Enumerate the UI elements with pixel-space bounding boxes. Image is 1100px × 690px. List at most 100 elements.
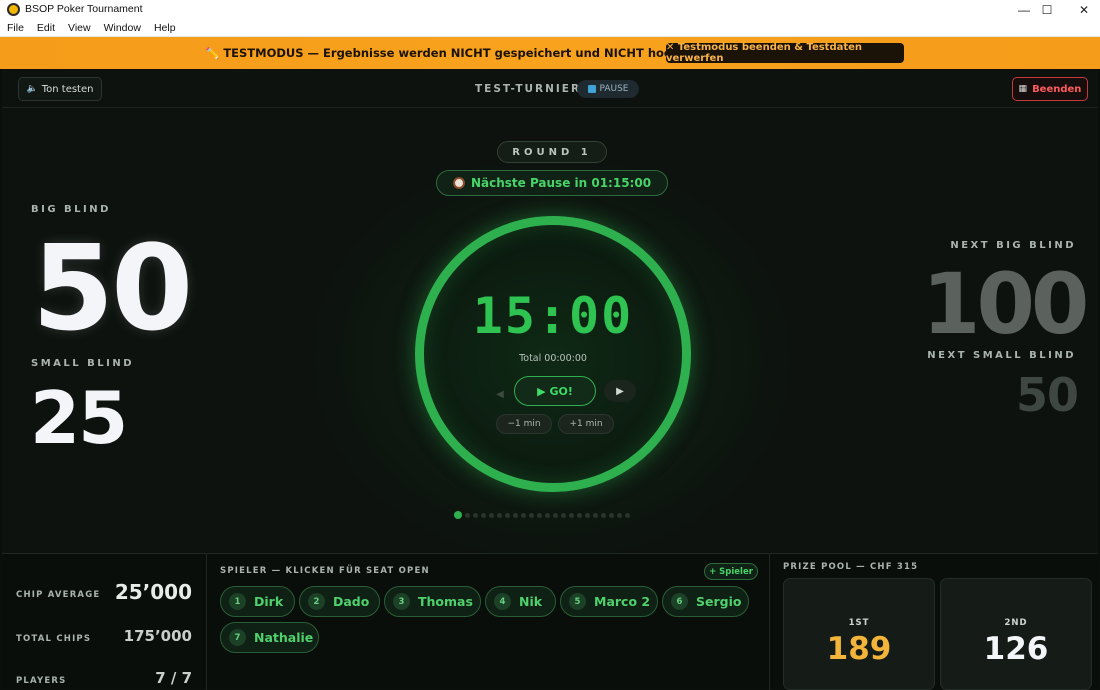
sound-test-button[interactable]: 🔈 Ton testen [18,77,102,101]
level-dot[interactable] [569,512,574,518]
level-dot[interactable] [545,512,550,518]
level-dot[interactable] [601,512,606,518]
level-dot[interactable] [454,511,462,519]
next-break-text: Nächste Pause in 01:15:00 [470,176,652,190]
pause-icon [587,85,596,93]
menu-bar: File Edit View Window Help [0,20,1100,37]
prize-card-first: 1ST 189 [783,578,935,690]
chip-average-value: 25’000 [114,580,192,604]
level-dot[interactable] [593,512,598,518]
players-panel-label: SPIELER — KLICKEN FÜR SEAT OPEN [220,566,430,576]
checkered-flag-icon: ▦ [1018,84,1028,94]
level-dot[interactable] [617,512,622,518]
menu-edit[interactable]: Edit [37,22,55,34]
seat-number: 7 [229,629,246,646]
player-name: Nathalie [254,630,314,645]
level-dot[interactable] [489,512,494,518]
prize-amount: 126 [983,631,1049,667]
top-bar: 🔈 Ton testen TEST-TURNIER PAUSE ▦ Beende… [2,69,1098,108]
seat-number: 1 [229,593,246,610]
timer-value: 15:00 [472,287,634,345]
add-player-button[interactable]: + Spieler [704,563,758,580]
player-chip[interactable]: 7 Nathalie [220,622,319,653]
player-chip[interactable]: 1 Dirk [220,586,295,617]
end-test-mode-button[interactable]: ✕ Testmodus beenden & Testdaten verwerfe… [666,42,904,64]
player-chip[interactable]: 2 Dado [299,586,380,617]
test-mode-banner: ✏️ TESTMODUS — Ergebnisse werden NICHT g… [0,37,1100,69]
seat-number: 4 [494,593,511,610]
tournament-name: TEST-TURNIER [475,83,582,95]
level-dot[interactable] [481,512,486,518]
stats-panel: CHIP AVERAGE 25’000 TOTAL CHIPS 175’000 … [2,554,207,690]
level-dot[interactable] [585,512,590,518]
bottom-panel: CHIP AVERAGE 25’000 TOTAL CHIPS 175’000 … [2,553,1098,690]
total-chips-label: TOTAL CHIPS [16,634,92,644]
seat-number: 2 [308,593,325,610]
level-dot[interactable] [473,512,478,518]
level-dot[interactable] [497,512,502,518]
menu-window[interactable]: Window [104,22,141,34]
menu-help[interactable]: Help [154,22,176,34]
status-label: PAUSE [599,84,629,94]
level-dot[interactable] [561,512,566,518]
level-dot[interactable] [529,512,534,518]
seat-number: 5 [569,593,586,610]
seat-number: 3 [393,593,410,610]
level-dot[interactable] [537,512,542,518]
speaker-icon: 🔈 [26,84,38,94]
players-panel: SPIELER — KLICKEN FÜR SEAT OPEN + Spiele… [208,554,770,690]
app-logo-icon [7,3,20,16]
player-chip[interactable]: 5 Marco 2 [560,586,658,617]
round-indicator: ROUND 1 [497,141,607,163]
level-dot[interactable] [521,512,526,518]
player-chip[interactable]: 4 Nik [485,586,556,617]
players-value: 7 / 7 [155,669,192,687]
player-name: Dirk [254,594,284,609]
next-break-indicator: Nächste Pause in 01:15:00 [436,170,668,196]
prize-card-second: 2ND 126 [940,578,1092,690]
next-level-button[interactable]: ▶ [604,380,636,402]
level-dot[interactable] [513,512,518,518]
level-dot[interactable] [577,512,582,518]
plus-minute-button[interactable]: +1 min [558,414,614,434]
next-small-blind-label: NEXT SMALL BLIND [927,350,1076,361]
level-dot[interactable] [465,512,470,518]
menu-view[interactable]: View [68,22,91,34]
level-dot[interactable] [609,512,614,518]
level-dot[interactable] [505,512,510,518]
prize-pool-label: PRIZE POOL — CHF 315 [783,562,919,572]
player-name: Sergio [696,594,742,609]
total-time: Total 00:00:00 [519,353,587,364]
end-tournament-button[interactable]: ▦ Beenden [1012,77,1088,101]
status-badge[interactable]: PAUSE [577,80,639,98]
player-chip[interactable]: 6 Sergio [662,586,749,617]
sound-test-label: Ton testen [41,83,94,95]
coffee-icon [452,177,465,189]
big-blind-value: 50 [32,219,193,357]
menu-file[interactable]: File [7,22,24,34]
chip-average-label: CHIP AVERAGE [16,590,101,600]
player-chip[interactable]: 3 Thomas [384,586,481,617]
prize-place: 2ND [1004,618,1028,628]
previous-level-button[interactable]: ◀ [490,384,510,404]
close-window-button[interactable]: ✕ [1061,0,1100,20]
go-button[interactable]: ▶ GO! [514,376,596,406]
next-small-blind-value: 50 [1015,368,1079,422]
level-dot[interactable] [625,512,630,518]
player-name: Dado [333,594,370,609]
player-name: Nik [519,594,543,609]
small-blind-label: SMALL BLIND [31,358,135,369]
prize-amount: 189 [826,631,892,667]
big-blind-label: BIG BLIND [31,204,111,215]
players-label: PLAYERS [16,676,67,686]
prize-pool-panel: PRIZE POOL — CHF 315 1ST 189 2ND 126 [771,554,1098,690]
minus-minute-button[interactable]: −1 min [496,414,552,434]
next-big-blind-value: 100 [922,255,1089,353]
next-big-blind-label: NEXT BIG BLIND [950,240,1076,251]
title-bar: BSOP Poker Tournament — ☐ ✕ [0,0,1100,20]
player-name: Marco 2 [594,594,651,609]
player-name: Thomas [418,594,473,609]
level-dot[interactable] [553,512,558,518]
level-progress-dots [454,511,630,519]
seat-number: 6 [671,593,688,610]
